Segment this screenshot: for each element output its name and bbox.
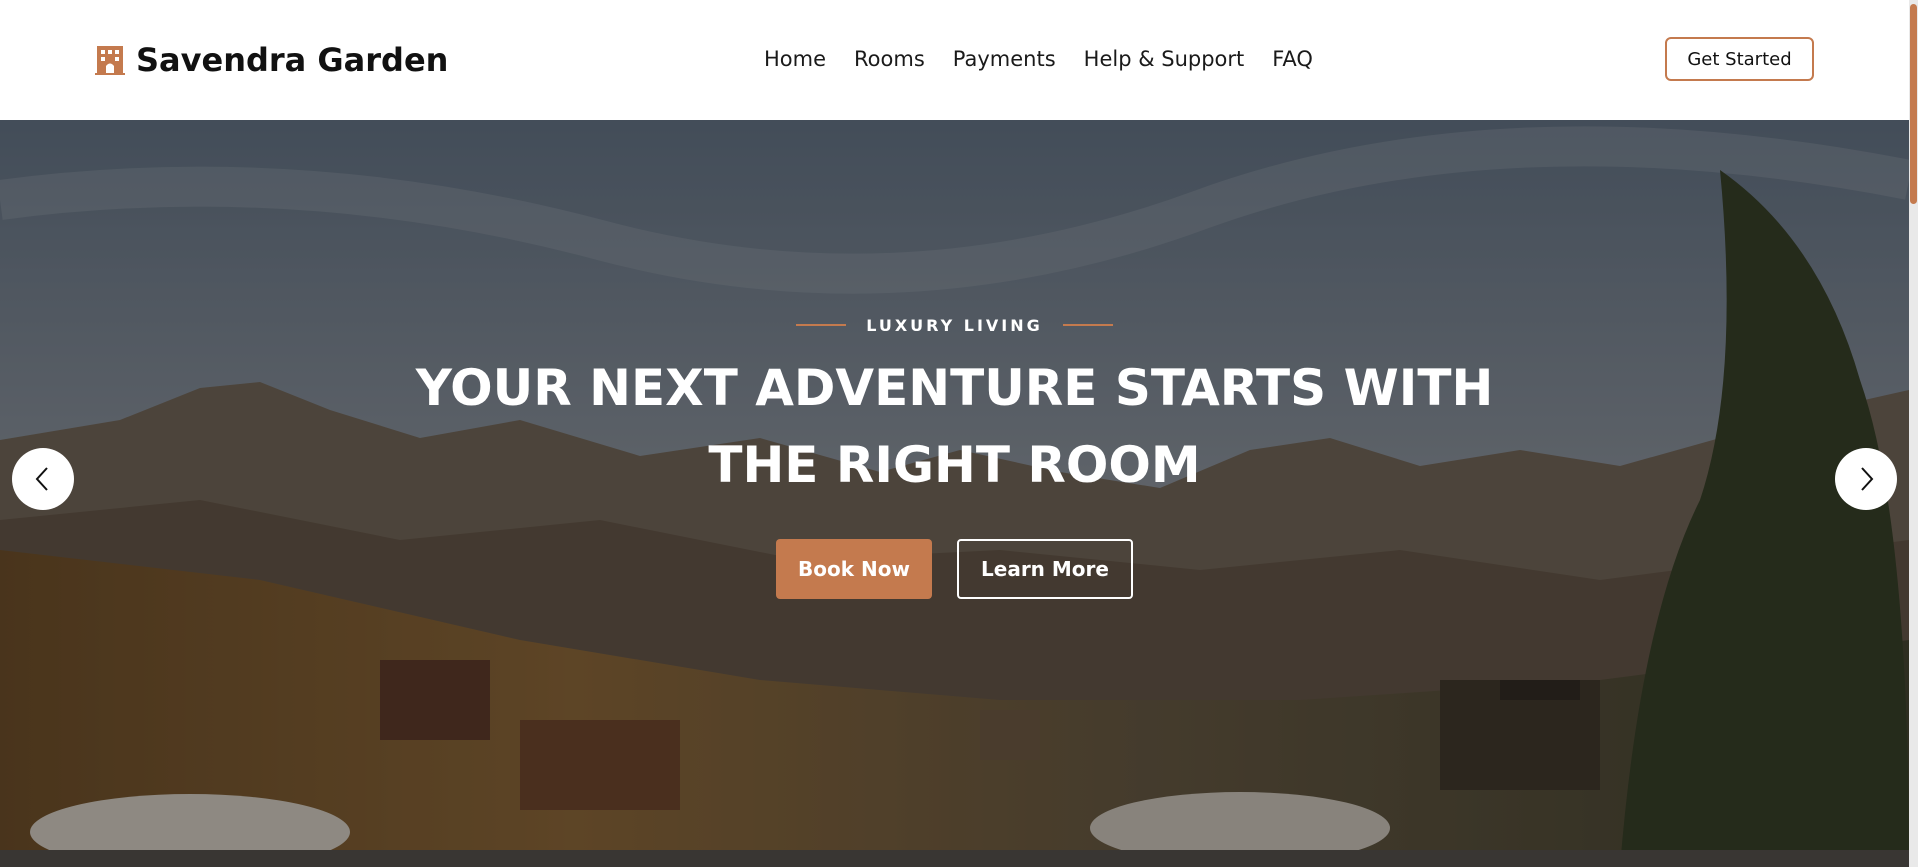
hotel-building-icon — [95, 46, 125, 75]
hero-headline: YOUR NEXT ADVENTURE STARTS WITH THE RIGH… — [0, 350, 1909, 504]
eyebrow-line-right — [1062, 324, 1113, 326]
scrollbar-thumb[interactable] — [1910, 4, 1917, 204]
learn-more-button[interactable]: Learn More — [957, 539, 1133, 599]
hero-slider: LUXURY LIVING YOUR NEXT ADVENTURE STARTS… — [0, 120, 1909, 867]
slider-prev-button[interactable] — [12, 448, 74, 510]
main-nav: Home Rooms Payments Help & Support FAQ — [764, 44, 1313, 74]
slider-next-button[interactable] — [1835, 448, 1897, 510]
nav-help-support[interactable]: Help & Support — [1084, 44, 1245, 74]
chevron-left-icon — [35, 467, 48, 491]
get-started-button[interactable]: Get Started — [1665, 37, 1814, 81]
eyebrow-line-left — [796, 324, 847, 326]
brand-logo[interactable]: Savendra Garden — [94, 40, 448, 80]
nav-home[interactable]: Home — [764, 44, 826, 74]
brand-name: Savendra Garden — [136, 41, 449, 79]
headline-line-2: THE RIGHT ROOM — [708, 436, 1201, 494]
eyebrow-text: LUXURY LIVING — [866, 315, 1043, 335]
nav-payments[interactable]: Payments — [953, 44, 1056, 74]
page-scrollbar[interactable] — [1909, 0, 1918, 867]
book-now-button[interactable]: Book Now — [776, 539, 932, 599]
hero-eyebrow: LUXURY LIVING — [0, 313, 1909, 337]
site-header: Savendra Garden Home Rooms Payments Help… — [0, 0, 1909, 120]
nav-faq[interactable]: FAQ — [1272, 44, 1313, 74]
nav-rooms[interactable]: Rooms — [854, 44, 925, 74]
chevron-right-icon — [1861, 467, 1874, 491]
headline-line-1: YOUR NEXT ADVENTURE STARTS WITH — [415, 359, 1494, 417]
